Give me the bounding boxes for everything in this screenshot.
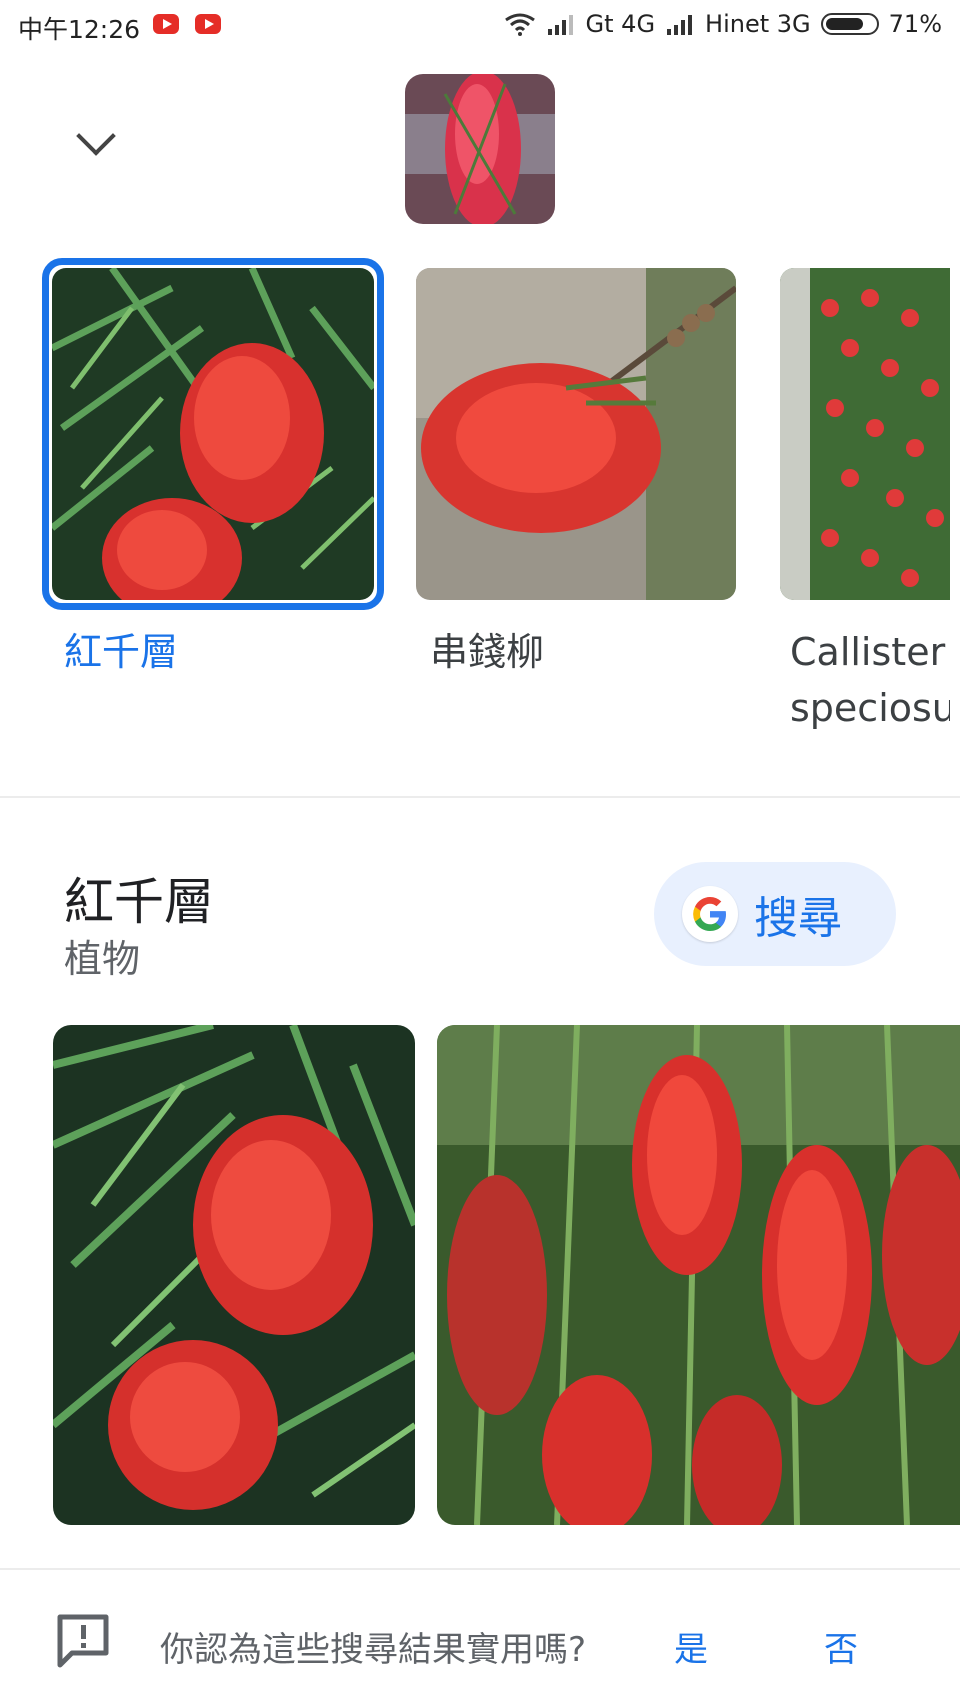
feedback-question: 你認為這些搜尋結果實用嗎? [160, 1630, 587, 1670]
youtube-icon [195, 14, 221, 34]
entity-title: 紅千層 [64, 873, 214, 931]
google-icon [682, 886, 738, 942]
battery-icon [820, 13, 879, 35]
status-time: 中午12:26 [18, 15, 141, 44]
feedback-icon [57, 1614, 109, 1668]
candidate-image-2[interactable] [416, 268, 736, 600]
battery-percent: 71% [888, 10, 942, 38]
entity-subtitle: 植物 [64, 937, 141, 981]
search-button[interactable]: 搜尋 [654, 862, 896, 966]
footer-divider [0, 1568, 960, 1570]
youtube-icon [153, 14, 179, 34]
candidate-selected-frame [42, 258, 384, 610]
status-bar: 中午12:26 Gt 4G Hinet 3G 71% [0, 0, 960, 54]
candidate-label-2[interactable]: 串錢柳 [430, 626, 544, 678]
wifi-icon [504, 13, 535, 36]
entity-photo-1[interactable] [53, 1025, 415, 1525]
signal-icon [546, 13, 576, 35]
candidate-label-3-line1[interactable]: Callister [790, 626, 950, 678]
entity-photo-2[interactable] [437, 1025, 960, 1525]
candidate-label-1[interactable]: 紅千層 [64, 626, 178, 678]
carrier-1: Gt 4G [585, 10, 656, 38]
feedback-no-button[interactable]: 否 [824, 1622, 858, 1671]
status-right: Gt 4G Hinet 3G 71% [504, 10, 942, 38]
signal-icon [665, 13, 695, 35]
chevron-down-icon[interactable] [76, 116, 116, 156]
section-divider [0, 796, 960, 798]
feedback-yes-button[interactable]: 是 [674, 1622, 708, 1671]
candidate-image-3[interactable] [780, 268, 950, 600]
candidate-label-3-line2[interactable]: speciosu [790, 682, 950, 734]
query-image-thumbnail[interactable] [405, 74, 555, 224]
feedback-bar: 你認為這些搜尋結果實用嗎? 是 否 [0, 1580, 960, 1706]
search-button-label: 搜尋 [754, 893, 842, 944]
carrier-2: Hinet 3G [705, 10, 811, 38]
